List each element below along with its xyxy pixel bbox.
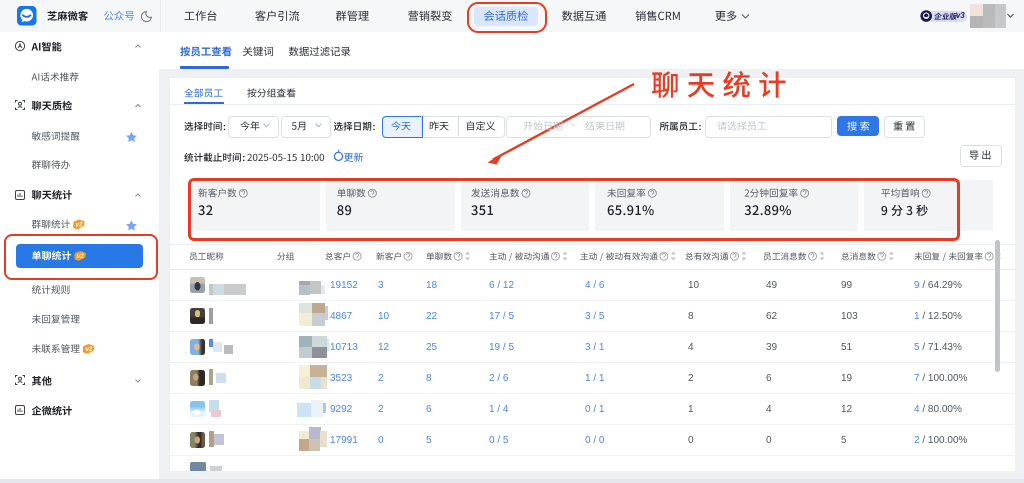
svg-text:v2: v2 [85, 346, 92, 353]
svg-text:v2: v2 [77, 253, 84, 260]
svg-text:v2: v2 [76, 222, 83, 229]
